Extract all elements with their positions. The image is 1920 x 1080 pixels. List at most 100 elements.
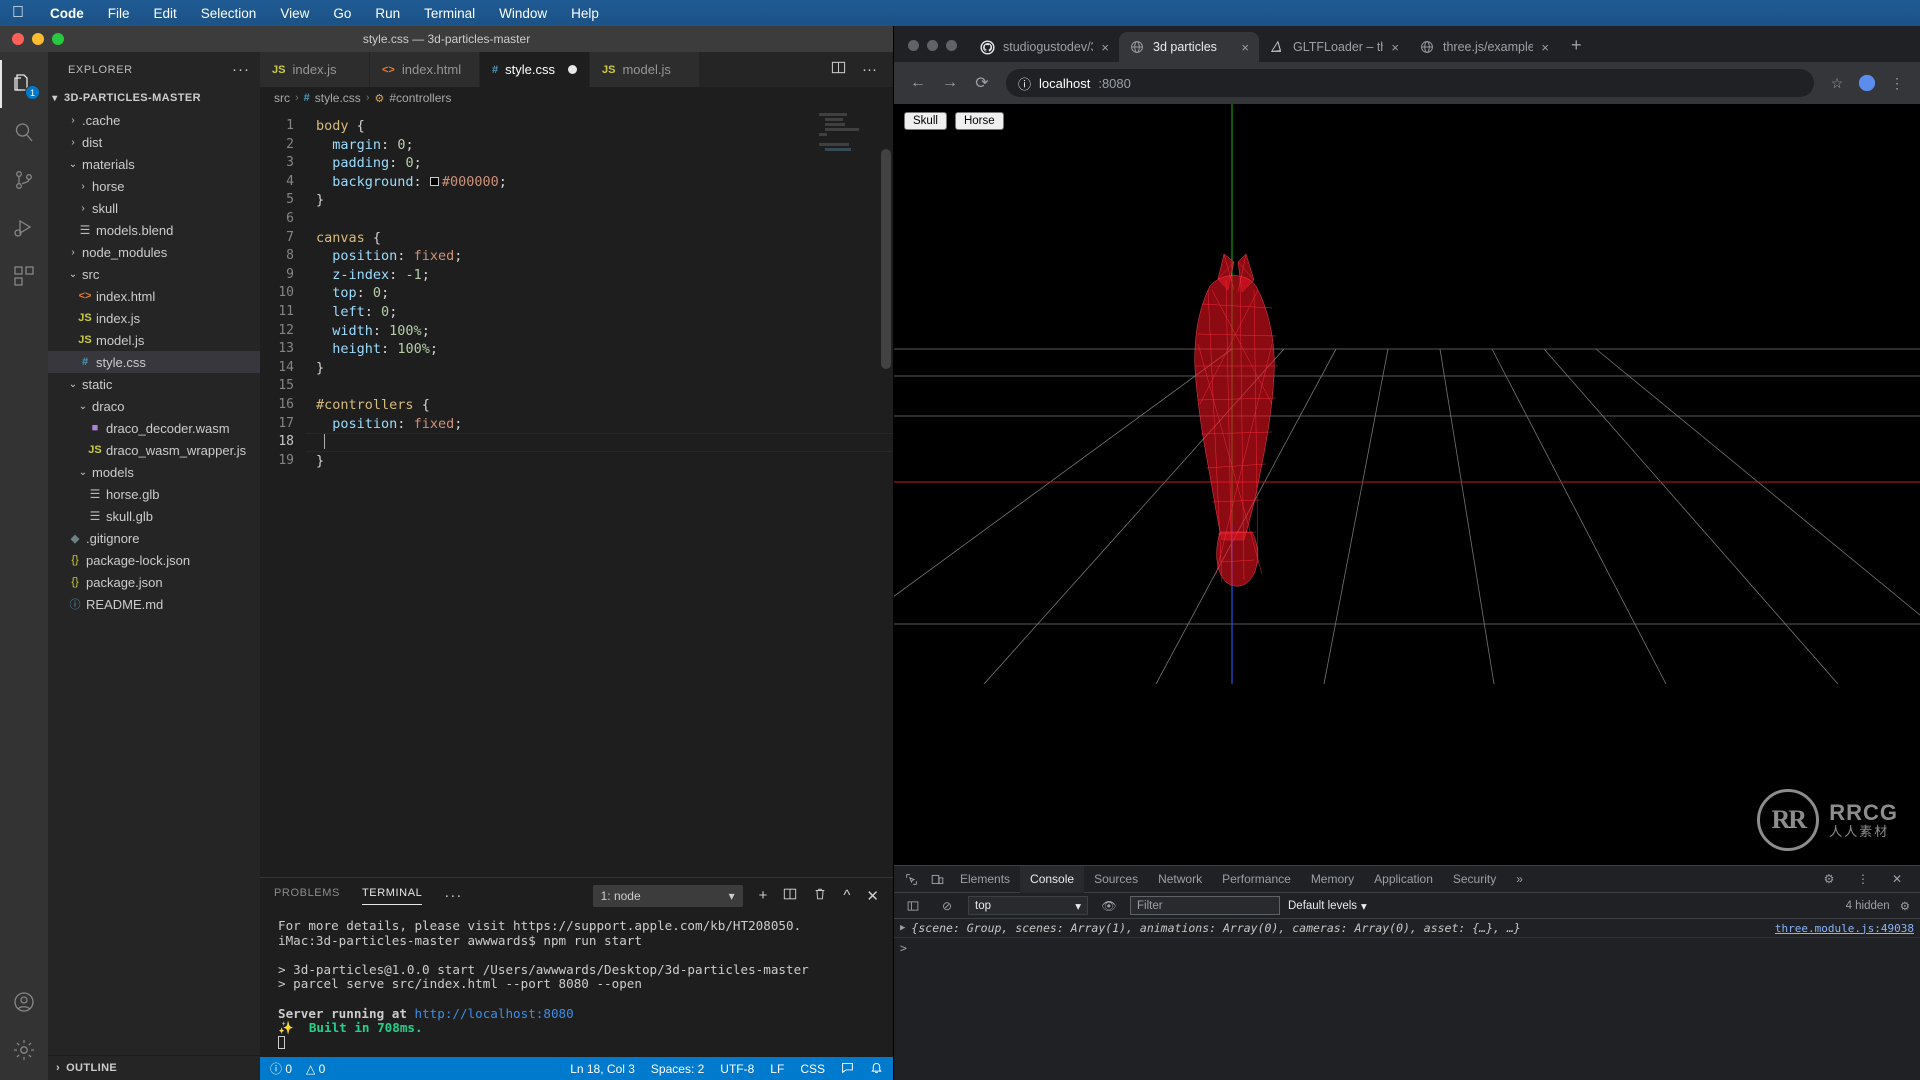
chevron-up-icon[interactable]: ^ [843, 887, 850, 904]
tree-item-index-js[interactable]: JS index.js [48, 307, 260, 329]
menu-item-run[interactable]: Run [363, 6, 412, 21]
page-info-icon[interactable]: ⓘ [1018, 74, 1031, 93]
live-expression-icon[interactable]: 👁 [1096, 895, 1122, 917]
close-panel-icon[interactable]: ✕ [866, 887, 879, 905]
console-settings-icon[interactable]: ⚙ [1900, 899, 1910, 913]
menu-item-window[interactable]: Window [487, 6, 559, 21]
account-icon[interactable] [0, 978, 48, 1026]
close-window-button[interactable] [12, 33, 24, 45]
bell-icon[interactable] [870, 1061, 883, 1077]
browser-close-button[interactable] [908, 40, 919, 51]
devtools-tab-elements[interactable]: Elements [950, 866, 1020, 893]
devtools-close-icon[interactable]: ✕ [1884, 868, 1910, 890]
tree-item-index-html[interactable]: <> index.html [48, 285, 260, 307]
console-filter-input[interactable]: Filter [1130, 896, 1280, 915]
close-tab-icon[interactable]: × [1101, 40, 1109, 55]
editor-tab-model-js[interactable]: JS model.js [590, 52, 700, 87]
devtools-tab-security[interactable]: Security [1443, 866, 1506, 893]
status-eol[interactable]: LF [770, 1062, 784, 1076]
browser-tab-studiogustodev-3[interactable]: studiogustodev/3 × [969, 32, 1119, 62]
activity-source-control-icon[interactable] [0, 156, 48, 204]
console-levels-selector[interactable]: Default levels ▾ [1288, 899, 1367, 913]
profile-avatar-icon[interactable] [1854, 70, 1880, 96]
activity-run-debug-icon[interactable] [0, 204, 48, 252]
menu-item-terminal[interactable]: Terminal [412, 6, 487, 21]
device-toolbar-icon[interactable] [924, 868, 950, 890]
tree-item-package-lock-json[interactable]: {} package-lock.json [48, 549, 260, 571]
tree-item-horse-glb[interactable]: ☰ horse.glb [48, 483, 260, 505]
console-row[interactable]: ▶ {scene: Group, scenes: Array(1), anima… [894, 919, 1920, 938]
devtools-tab-sources[interactable]: Sources [1084, 866, 1148, 893]
status-encoding[interactable]: UTF-8 [720, 1062, 754, 1076]
tree-item-model-js[interactable]: JS model.js [48, 329, 260, 351]
split-terminal-icon[interactable] [783, 887, 797, 905]
breadcrumb-file[interactable]: style.css [315, 91, 361, 105]
console-prompt[interactable]: > [894, 938, 1920, 958]
close-tab-icon[interactable]: × [1541, 40, 1549, 55]
menu-item-selection[interactable]: Selection [189, 6, 269, 21]
breadcrumb-symbol[interactable]: #controllers [389, 91, 451, 105]
console-context-selector[interactable]: top ▾ [968, 896, 1088, 915]
window-traffic-lights[interactable] [0, 33, 64, 45]
explorer-more-icon[interactable]: ··· [232, 61, 250, 78]
menu-item-code[interactable]: Code [38, 6, 96, 21]
split-editor-icon[interactable] [831, 60, 846, 79]
browser-tab-three-js-example[interactable]: three.js/example × [1409, 32, 1559, 62]
tree-item-horse[interactable]: › horse [48, 175, 260, 197]
new-terminal-icon[interactable]: + [759, 887, 768, 904]
menu-item-view[interactable]: View [268, 6, 321, 21]
tree-root-row[interactable]: ▾ 3D-PARTICLES-MASTER [48, 87, 260, 109]
page-viewport[interactable]: Skull Horse RR RRCG 人人素材 [894, 104, 1920, 865]
reload-icon[interactable]: ⟳ [968, 69, 996, 97]
tab-terminal[interactable]: TERMINAL [361, 887, 423, 905]
tree-item-static[interactable]: ⌄ static [48, 373, 260, 395]
menu-item-go[interactable]: Go [321, 6, 363, 21]
tree-item-models[interactable]: ⌄ models [48, 461, 260, 483]
inspect-element-icon[interactable] [898, 868, 924, 890]
feedback-icon[interactable] [841, 1061, 854, 1077]
browser-traffic-lights[interactable] [904, 40, 969, 62]
activity-explorer-icon[interactable]: 1 [0, 60, 48, 108]
activity-search-icon[interactable] [0, 108, 48, 156]
unsaved-indicator[interactable] [567, 65, 577, 74]
menu-item-edit[interactable]: Edit [142, 6, 189, 21]
tree-item-draco[interactable]: ⌄ draco [48, 395, 260, 417]
tree-item-draco-wasm-wrapper-js[interactable]: JS draco_wasm_wrapper.js [48, 439, 260, 461]
console-sidebar-icon[interactable] [900, 895, 926, 917]
settings-gear-icon[interactable] [0, 1026, 48, 1074]
status-cursor-position[interactable]: Ln 18, Col 3 [570, 1062, 635, 1076]
clear-console-icon[interactable]: ⊘ [934, 895, 960, 917]
close-tab-icon[interactable]: × [1241, 40, 1249, 55]
expand-arrow-icon[interactable]: ▶ [900, 923, 905, 933]
breadcrumb-src[interactable]: src [274, 91, 290, 105]
tab-problems[interactable]: PROBLEMS [274, 887, 340, 905]
editor-minimap[interactable] [819, 113, 879, 157]
devtools-tab-console[interactable]: Console [1020, 865, 1085, 893]
tree-item-models-blend[interactable]: ☰ models.blend [48, 219, 260, 241]
tree-item-readme-md[interactable]: ⓘ README.md [48, 593, 260, 615]
editor-more-actions-icon[interactable]: ··· [862, 61, 877, 78]
settings-gear-icon[interactable]: ⚙ [1816, 868, 1842, 890]
back-arrow-icon[interactable]: ← [904, 69, 932, 97]
browser-tab-gltfloader-th[interactable]: GLTFLoader – th × [1259, 32, 1409, 62]
status-indentation[interactable]: Spaces: 2 [651, 1062, 704, 1076]
new-tab-button[interactable]: + [1559, 35, 1594, 62]
browser-tab-3d-particles[interactable]: 3d particles × [1119, 32, 1259, 62]
tree-item-style-css[interactable]: # style.css [48, 351, 260, 373]
activity-extensions-icon[interactable] [0, 252, 48, 300]
tree-item-skull[interactable]: › skull [48, 197, 260, 219]
browser-minimize-button[interactable] [927, 40, 938, 51]
menu-item-help[interactable]: Help [559, 6, 611, 21]
tree-item-src[interactable]: ⌄ src [48, 263, 260, 285]
apple-icon[interactable]:  [12, 5, 24, 21]
devtools-more-icon[interactable]: ⋮ [1850, 868, 1876, 890]
editor-tab-style-css[interactable]: # style.css [480, 52, 590, 87]
horse-button[interactable]: Horse [954, 112, 1004, 130]
kill-terminal-icon[interactable] [813, 887, 827, 905]
devtools-tab-application[interactable]: Application [1364, 866, 1443, 893]
panel-more-icon[interactable]: ··· [444, 887, 462, 904]
outline-section[interactable]: › OUTLINE [48, 1055, 260, 1080]
code-editor[interactable]: 1 2 3 4 5 6 7 8 9 10 11 12 13 14 15 16 17 18 19 body { mar… [260, 109, 893, 877]
console-source-link[interactable]: three.module.js:49038 [1775, 922, 1914, 935]
terminal-link[interactable]: http://localhost:8080 [414, 1006, 573, 1021]
